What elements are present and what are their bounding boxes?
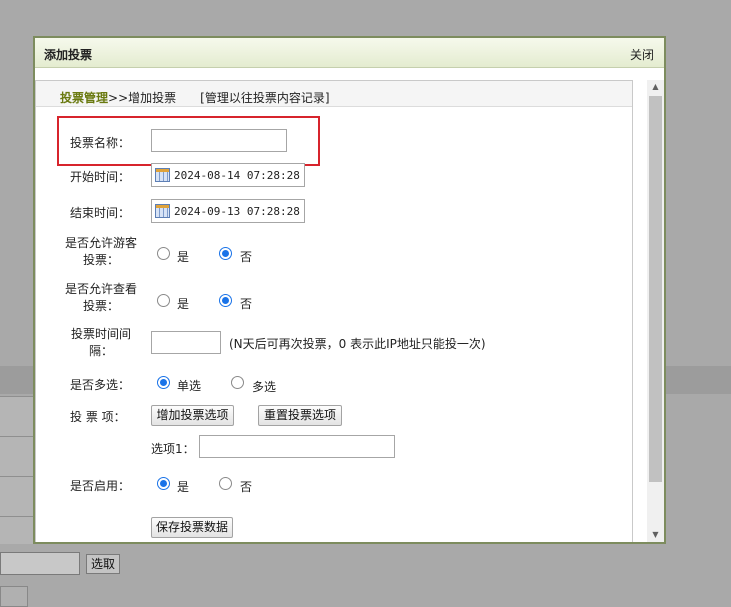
multi-select-label: 是否多选：	[70, 378, 131, 392]
breadcrumb: 投票管理>>增加投票 [管理以往投票内容记录]	[36, 81, 632, 107]
calendar-icon[interactable]	[155, 168, 170, 182]
close-button[interactable]: 关闭	[630, 46, 654, 63]
guest-vote-label-line2: 投票：	[82, 253, 119, 267]
single-select-label: 单选	[177, 379, 202, 393]
end-time-value: 2024-09-13 07:28:28	[174, 205, 300, 218]
option1-input[interactable]	[199, 435, 395, 458]
allow-view-yes-radio[interactable]	[157, 294, 170, 307]
enabled-yes-label: 是	[177, 480, 190, 494]
breadcrumb-vote-manage-link[interactable]: 投票管理	[60, 91, 108, 105]
dialog-title: 添加投票	[44, 48, 93, 62]
breadcrumb-current: 增加投票	[128, 91, 177, 105]
single-select-radio[interactable]	[157, 376, 170, 389]
vote-items-label: 投 票 项：	[70, 410, 126, 424]
enabled-yes-radio[interactable]	[157, 477, 170, 490]
save-vote-button[interactable]: 保存投票数据	[151, 517, 233, 538]
end-time-input[interactable]: 2024-09-13 07:28:28	[151, 199, 305, 223]
guest-vote-label-line1: 是否允许游客	[64, 236, 137, 250]
scroll-down-icon[interactable]: ▼	[647, 528, 664, 542]
breadcrumb-separator: >>	[108, 91, 129, 105]
scrollbar-thumb[interactable]	[649, 96, 662, 482]
interval-hint: (N天后可再次投票，0 表示此IP地址只能投一次)	[229, 337, 486, 351]
multi-select-option-label: 多选	[252, 380, 277, 394]
allow-view-label-line1: 是否允许查看	[64, 282, 137, 296]
interval-label-line1: 投票时间间	[70, 327, 131, 341]
calendar-icon[interactable]	[155, 204, 170, 218]
past-records-link[interactable]: [管理以往投票内容记录]	[200, 91, 329, 105]
reset-option-button[interactable]: 重置投票选项	[258, 405, 342, 426]
interval-label-line2: 隔：	[88, 344, 113, 358]
guest-vote-no-label: 否	[240, 250, 253, 264]
guest-vote-label: 是否允许游客 投票：	[63, 235, 139, 269]
guest-vote-yes-label: 是	[177, 250, 190, 264]
enabled-no-label: 否	[240, 480, 253, 494]
allow-view-no-radio[interactable]	[219, 294, 232, 307]
start-time-input[interactable]: 2024-08-14 07:28:28	[151, 163, 305, 187]
scroll-up-icon[interactable]: ▲	[647, 80, 664, 94]
vote-form-panel: 投票管理>>增加投票 [管理以往投票内容记录] 投票名称： 开始时间： 2024-…	[35, 80, 633, 542]
vote-name-label: 投票名称：	[70, 136, 131, 150]
vote-name-input[interactable]	[151, 129, 287, 152]
start-time-value: 2024-08-14 07:28:28	[174, 169, 300, 182]
dialog-body: 投票管理>>增加投票 [管理以往投票内容记录] 投票名称： 开始时间： 2024-…	[35, 68, 664, 542]
allow-view-label: 是否允许查看 投票：	[63, 281, 139, 315]
add-option-button[interactable]: 增加投票选项	[151, 405, 234, 426]
allow-view-label-line2: 投票：	[82, 299, 119, 313]
background-box	[0, 586, 28, 607]
background-select-button[interactable]: 选取	[86, 554, 120, 574]
enabled-label: 是否启用：	[70, 479, 131, 493]
background-path-input[interactable]	[0, 552, 80, 575]
multi-select-radio[interactable]	[231, 376, 244, 389]
enabled-no-radio[interactable]	[219, 477, 232, 490]
guest-vote-yes-radio[interactable]	[157, 247, 170, 260]
interval-label: 投票时间间 隔：	[66, 326, 136, 360]
interval-input[interactable]	[151, 331, 221, 354]
dialog-header: 添加投票 关闭	[35, 38, 664, 68]
option1-label: 选项1：	[151, 442, 195, 456]
allow-view-no-label: 否	[240, 297, 253, 311]
start-time-label: 开始时间：	[70, 170, 131, 184]
vertical-scrollbar[interactable]: ▲ ▼	[647, 80, 664, 542]
allow-view-yes-label: 是	[177, 297, 190, 311]
add-vote-dialog: 添加投票 关闭 投票管理>>增加投票 [管理以往投票内容记录] 投票名称： 开始时…	[33, 36, 666, 544]
guest-vote-no-radio[interactable]	[219, 247, 232, 260]
end-time-label: 结束时间：	[70, 206, 131, 220]
